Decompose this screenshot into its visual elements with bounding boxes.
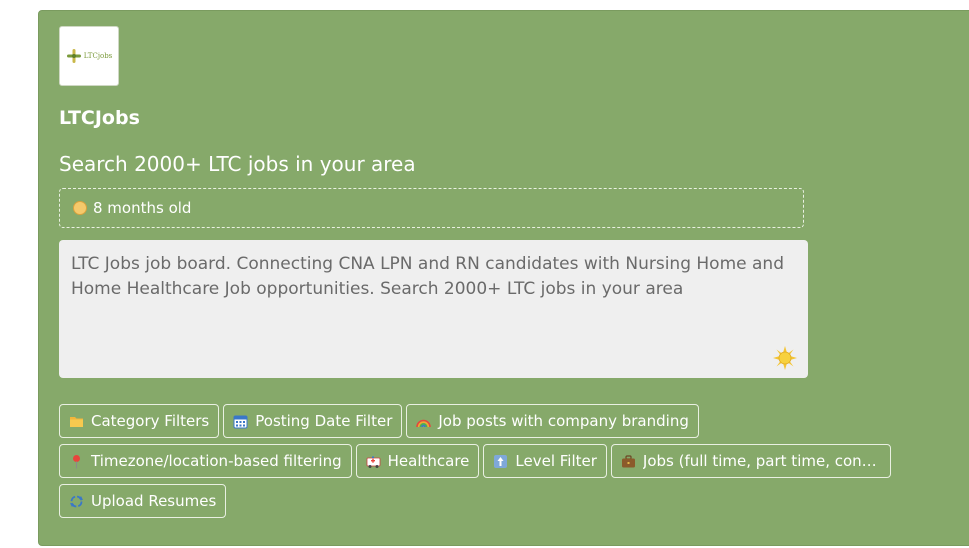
feature-tag-healthcare[interactable]: Healthcare [355, 444, 480, 478]
company-logo[interactable]: LTCjobs [59, 26, 119, 86]
arrows-cycle-icon [70, 495, 83, 507]
baby-icon [73, 201, 87, 215]
cross-logo-icon [66, 49, 81, 63]
feature-tags: Category Filters Posting Date Filter Job… [59, 404, 939, 524]
listing-tagline: Search 2000+ LTC jobs in your area [59, 152, 416, 176]
feature-row-2: Timezone/location-based filtering Health… [59, 444, 939, 478]
feature-tag-label: Posting Date Filter [255, 412, 393, 430]
sun-icon [773, 346, 797, 370]
logo-mark-group: LTCjobs [66, 48, 113, 64]
listing-card: LTCjobs LTCJobs Search 2000+ LTC jobs in… [38, 10, 969, 546]
feature-tag-upload-resumes[interactable]: Upload Resumes [59, 484, 227, 518]
feature-tag-level-filter[interactable]: Level Filter [483, 444, 607, 478]
feature-tag-label: Job posts with company branding [438, 412, 689, 430]
calendar-icon [233, 415, 248, 428]
age-badge: 8 months old [59, 188, 804, 228]
feature-row-3: Upload Resumes [59, 484, 939, 518]
pin-icon [73, 454, 80, 468]
briefcase-icon [621, 454, 635, 467]
age-text: 8 months old [93, 199, 192, 217]
listing-title[interactable]: LTCJobs [59, 107, 140, 129]
ambulance-icon [366, 456, 381, 468]
folder-icon [70, 416, 83, 427]
feature-tag-category-filters[interactable]: Category Filters [59, 404, 220, 438]
feature-tag-company-branding[interactable]: Job posts with company branding [406, 404, 699, 438]
logo-text: LTCjobs [83, 52, 113, 60]
description-box: LTC Jobs job board. Connecting CNA LPN a… [59, 240, 808, 378]
level-icon [494, 454, 508, 468]
feature-tag-timezone-location[interactable]: Timezone/location-based filtering [59, 444, 352, 478]
feature-tag-label: Upload Resumes [91, 492, 217, 510]
feature-tag-label: Timezone/location-based filtering [91, 452, 342, 470]
description-text: LTC Jobs job board. Connecting CNA LPN a… [71, 254, 784, 299]
feature-tag-label: Level Filter [515, 452, 597, 470]
feature-tag-label: Category Filters [91, 412, 210, 430]
rainbow-icon [416, 419, 432, 427]
feature-row-1: Category Filters Posting Date Filter Job… [59, 404, 939, 438]
feature-tag-job-types[interactable]: Jobs (full time, part time, contr... [610, 444, 891, 478]
feature-tag-label: Healthcare [387, 452, 470, 470]
feature-tag-label: Jobs (full time, part time, contr... [642, 452, 881, 470]
feature-tag-posting-date-filter[interactable]: Posting Date Filter [223, 404, 403, 438]
